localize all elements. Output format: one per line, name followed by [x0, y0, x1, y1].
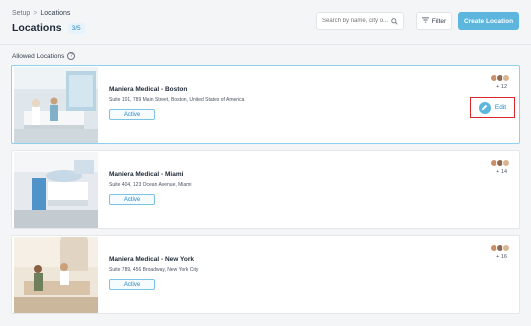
staff-more-count: + 16 [496, 254, 507, 260]
edit-label: Edit [494, 104, 507, 111]
location-address: Suite 789, 456 Broadway, New York City [109, 267, 199, 273]
filter-label: Filter [431, 17, 447, 25]
location-photo [14, 152, 98, 228]
search-box[interactable] [316, 12, 404, 30]
location-address: Suite 404, 123 Ocean Avenue, Miami [109, 182, 192, 188]
staff-avatars[interactable] [490, 159, 510, 167]
location-name: Maniera Medical - Boston [109, 86, 188, 93]
filter-icon [421, 17, 429, 25]
search-icon[interactable] [391, 17, 398, 25]
avatar [502, 74, 510, 82]
status-badge: Active [109, 194, 155, 205]
count-badge: 3/5 [67, 22, 85, 34]
header-divider [0, 44, 531, 45]
location-card[interactable]: Maniera Medical - Boston Suite 101, 789 … [11, 65, 520, 144]
location-photo [14, 67, 98, 143]
create-location-button[interactable]: Create Location [458, 12, 519, 30]
breadcrumb-separator: > [33, 10, 38, 17]
avatar [502, 244, 510, 252]
section-label: Allowed Locations ? [12, 52, 76, 60]
breadcrumb: Setup > Locations [12, 10, 70, 17]
help-icon[interactable]: ? [67, 52, 76, 60]
filter-button[interactable]: Filter [416, 12, 452, 30]
location-card[interactable]: Maniera Medical - New York Suite 789, 45… [11, 235, 520, 314]
location-name: Maniera Medical - Miami [109, 171, 184, 178]
section-title: Allowed Locations [12, 52, 65, 60]
edit-button[interactable]: Edit [470, 97, 515, 118]
location-photo [14, 237, 98, 313]
avatar [502, 159, 510, 167]
staff-more-count: + 12 [496, 84, 507, 90]
title-row: Locations 3/5 [12, 22, 85, 34]
search-input[interactable] [322, 18, 391, 24]
breadcrumb-current: Locations [40, 10, 71, 17]
pencil-icon [478, 101, 491, 114]
breadcrumb-root[interactable]: Setup [12, 10, 30, 17]
location-address: Suite 101, 789 Main Street, Boston, Unit… [109, 97, 245, 103]
page-title: Locations [12, 22, 62, 34]
staff-more-count: + 14 [496, 169, 507, 175]
location-name: Maniera Medical - New York [109, 256, 195, 263]
staff-avatars[interactable] [490, 74, 510, 82]
location-card[interactable]: Maniera Medical - Miami Suite 404, 123 O… [11, 150, 520, 229]
status-badge: Active [109, 279, 155, 290]
status-badge: Active [109, 109, 155, 120]
staff-avatars[interactable] [490, 244, 510, 252]
